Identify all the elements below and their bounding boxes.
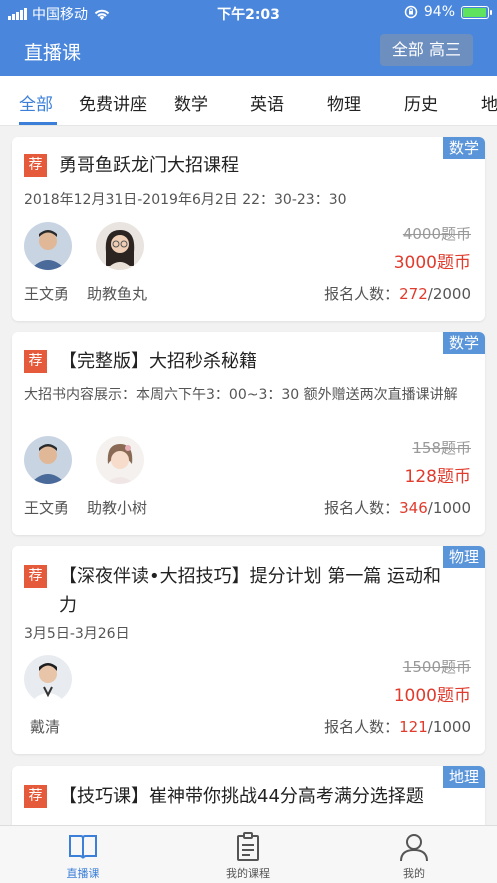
- tab-math[interactable]: 数学: [174, 90, 208, 115]
- course-title: 【技巧课】崔神带你挑战44分高考满分选择题: [59, 786, 424, 807]
- original-price: 1500题币: [402, 658, 471, 676]
- course-title: 【深夜伴读•大招技巧】提分计划 第一篇 运动和力: [59, 566, 442, 616]
- enroll-label: 报名人数：: [324, 499, 400, 517]
- recommend-badge: 荐: [24, 350, 47, 373]
- tab-live-courses-label: 直播课: [66, 867, 100, 880]
- bottom-tab-bar: 直播课 我的课程 我的: [0, 825, 497, 883]
- status-bar: 中国移动 下午2:03 94%: [0, 0, 497, 24]
- enroll-count: 报名人数：346/1000: [324, 497, 471, 518]
- tab-my-courses[interactable]: 我的课程: [203, 832, 293, 881]
- rotation-lock-icon: [404, 5, 418, 19]
- recommend-badge: 荐: [24, 565, 47, 588]
- enroll-number: 346: [399, 499, 428, 517]
- assistant-name: 助教鱼丸: [87, 285, 148, 303]
- price: 128题币: [404, 467, 471, 487]
- teacher-avatar[interactable]: [24, 222, 72, 270]
- enroll-label: 报名人数：: [324, 285, 400, 303]
- active-tab-indicator: [19, 122, 57, 125]
- course-card[interactable]: 数学 荐 【完整版】大招秒杀秘籍 大招书内容展示：本周六下午3：00~3：30 …: [12, 332, 485, 535]
- tab-me[interactable]: 我的: [369, 832, 459, 881]
- enroll-total: /1000: [427, 499, 471, 517]
- course-card[interactable]: 数学 荐 勇哥鱼跃龙门大招课程 2018年12月31日-2019年6月2日 22…: [12, 137, 485, 321]
- teacher-name: 王文勇: [24, 285, 70, 303]
- tab-english[interactable]: 英语: [250, 90, 284, 115]
- course-title: 【完整版】大招秒杀秘籍: [59, 351, 257, 372]
- tab-free-lecture[interactable]: 免费讲座: [79, 90, 147, 115]
- enroll-count: 报名人数：121/1000: [324, 716, 471, 737]
- course-title: 勇哥鱼跃龙门大招课程: [59, 155, 239, 176]
- recommend-badge: 荐: [24, 154, 47, 177]
- assistant-name: 助教小树: [87, 499, 148, 517]
- clipboard-icon: [237, 832, 259, 861]
- enroll-total: /2000: [427, 285, 471, 303]
- tab-geography[interactable]: 地: [481, 90, 497, 115]
- page-title: 直播课: [24, 42, 82, 64]
- course-schedule: 大招书内容展示：本周六下午3：00~3：30 额外赠送两次直播课讲解: [24, 387, 458, 403]
- grade-filter-button[interactable]: 全部 高三: [379, 34, 473, 66]
- tab-history[interactable]: 历史: [404, 90, 438, 115]
- course-card[interactable]: 物理 荐 【深夜伴读•大招技巧】提分计划 第一篇 运动和力 3月5日-3月26日…: [12, 546, 485, 754]
- battery-percent: 94%: [423, 4, 455, 20]
- teacher-avatar[interactable]: [24, 655, 72, 703]
- tab-physics[interactable]: 物理: [327, 90, 361, 115]
- teacher-name: 戴清: [30, 718, 61, 736]
- course-schedule: 2018年12月31日-2019年6月2日 22：30-23：30: [24, 192, 347, 208]
- teacher-name: 王文勇: [24, 499, 70, 517]
- course-schedule: 3月5日-3月26日: [24, 626, 130, 642]
- enroll-total: /1000: [427, 718, 471, 736]
- price: 1000题币: [393, 686, 471, 706]
- original-price: 4000题币: [402, 225, 471, 243]
- subject-tabs: 全部 免费讲座 数学 英语 物理 历史 地: [0, 76, 497, 126]
- enroll-number: 121: [399, 718, 428, 736]
- price: 3000题币: [393, 253, 471, 273]
- recommend-badge: 荐: [24, 785, 47, 808]
- assistant-avatar[interactable]: [96, 222, 144, 270]
- person-icon: [400, 834, 428, 862]
- tab-me-label: 我的: [403, 867, 425, 880]
- battery-icon: [461, 5, 492, 19]
- enroll-number: 272: [399, 285, 428, 303]
- enroll-label: 报名人数：: [324, 718, 400, 736]
- original-price: 158题币: [412, 439, 471, 457]
- book-icon: [69, 835, 97, 859]
- battery-level: [463, 7, 486, 17]
- tab-all[interactable]: 全部: [19, 90, 53, 115]
- nav-bar: 直播课 全部 高三: [0, 24, 497, 76]
- assistant-avatar[interactable]: [96, 436, 144, 484]
- tab-my-courses-label: 我的课程: [226, 867, 270, 880]
- teacher-avatar[interactable]: [24, 436, 72, 484]
- enroll-count: 报名人数：272/2000: [324, 283, 471, 304]
- tab-live-courses[interactable]: 直播课: [38, 832, 128, 881]
